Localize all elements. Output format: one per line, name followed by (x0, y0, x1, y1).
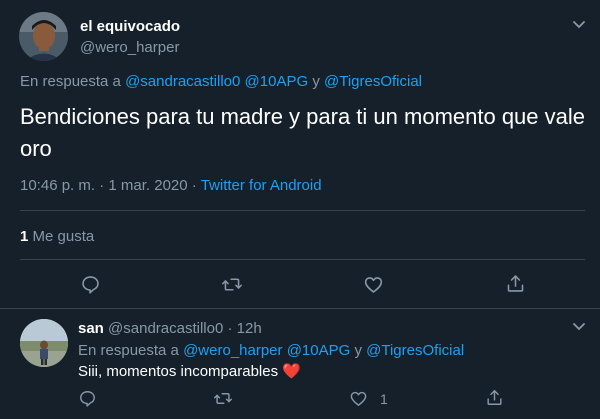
author-handle[interactable]: @wero_harper (80, 39, 179, 56)
share-icon[interactable] (485, 388, 504, 407)
meta-separator: · (99, 177, 105, 194)
avatar[interactable] (19, 12, 68, 61)
mention-link[interactable]: @wero_harper (183, 342, 282, 359)
tweet-source[interactable]: Twitter for Android (201, 177, 322, 194)
divider (20, 259, 585, 260)
avatar-image (20, 319, 68, 367)
author-name[interactable]: el equivocado (80, 18, 180, 35)
reply-tweet[interactable]: san @sandracastillo0 · 12h En respuesta … (0, 309, 600, 419)
chevron-down-icon[interactable] (570, 16, 588, 34)
share-icon[interactable] (505, 273, 526, 294)
likes-label: Me gusta (32, 228, 95, 245)
tweet-text: Bendiciones para tu madre y para ti un m… (20, 104, 585, 161)
divider (20, 210, 585, 211)
mention-link[interactable]: @10APG (245, 73, 309, 90)
like-count: 1 (380, 390, 388, 407)
reply-header: san @sandracastillo0 · 12h (78, 320, 262, 337)
likes-count-link[interactable]: 1 Me gusta (20, 228, 94, 245)
retweet-icon[interactable] (213, 389, 233, 408)
meta-separator: · (191, 177, 197, 194)
heart-emoji: ❤️ (282, 363, 301, 380)
tweet-time[interactable]: 10:46 p. m. (20, 177, 95, 194)
tweet-time[interactable]: 12h (237, 320, 262, 337)
like-button[interactable]: 1 (349, 389, 388, 408)
mention-joiner: y (312, 73, 320, 90)
tweet-text: Siii, momentos incomparables ❤️ (78, 362, 301, 380)
author-handle[interactable]: @sandracastillo0 (108, 320, 223, 337)
reply-to-line: En respuesta a @wero_harper @10APG y @Ti… (78, 342, 464, 359)
mention-link[interactable]: @10APG (287, 342, 351, 359)
mention-link[interactable]: @TigresOficial (366, 342, 464, 359)
mention-link[interactable]: @TigresOficial (324, 73, 422, 90)
reply-to-prefix: En respuesta a (20, 73, 121, 90)
tweet-date[interactable]: 1 mar. 2020 (108, 177, 187, 194)
avatar[interactable] (20, 319, 68, 367)
avatar-image (19, 12, 68, 61)
likes-count: 1 (20, 228, 29, 245)
main-tweet: el equivocado @wero_harper En respuesta … (0, 0, 600, 308)
header-separator: · (227, 320, 233, 337)
mention-link[interactable]: @sandracastillo0 (125, 73, 240, 90)
reply-icon[interactable] (78, 389, 97, 408)
mention-joiner: y (354, 342, 362, 359)
reply-to-line: En respuesta a @sandracastillo0 @10APG y… (20, 73, 422, 90)
reply-to-prefix: En respuesta a (78, 342, 179, 359)
chevron-down-icon[interactable] (570, 318, 588, 336)
retweet-icon[interactable] (221, 274, 243, 295)
reply-icon[interactable] (80, 274, 101, 295)
like-icon[interactable] (363, 274, 384, 295)
tweet-thread: el equivocado @wero_harper En respuesta … (0, 0, 600, 419)
author-name[interactable]: san (78, 320, 104, 337)
reply-text-body: Siii, momentos incomparables (78, 363, 279, 380)
tweet-meta: 10:46 p. m. · 1 mar. 2020 · Twitter for … (20, 177, 322, 194)
like-icon[interactable] (349, 389, 368, 408)
